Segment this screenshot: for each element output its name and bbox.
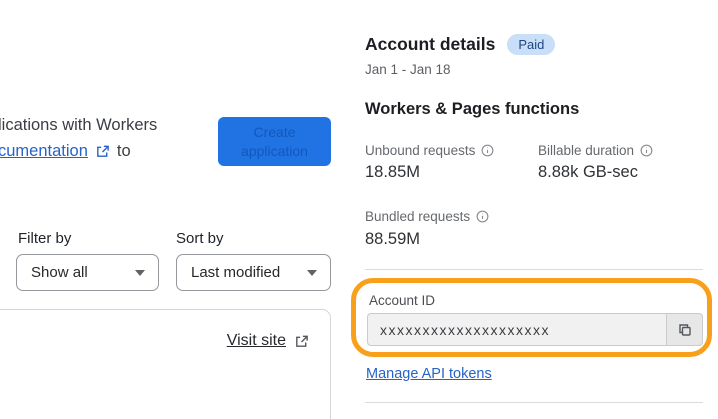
account-id-input[interactable]: [367, 313, 666, 346]
account-id-label: Account ID: [369, 293, 436, 308]
intro-text-after-link: to: [116, 142, 131, 160]
stat-label-bundled-requests: Bundled requests: [365, 209, 489, 224]
stat-label-text: Unbound requests: [365, 143, 476, 158]
info-icon[interactable]: [481, 144, 494, 157]
stat-value-billable-duration: 8.88k GB-sec: [538, 163, 638, 181]
sort-by-label: Sort by: [176, 230, 224, 247]
stat-label-text: Bundled requests: [365, 209, 471, 224]
account-details-title: Account details: [365, 34, 496, 54]
stat-label-billable-duration: Billable duration: [538, 143, 653, 158]
chevron-down-icon: [135, 269, 145, 276]
date-range: Jan 1 - Jan 18: [365, 62, 451, 77]
info-icon[interactable]: [476, 210, 489, 223]
visit-site-row: Visit site: [227, 332, 309, 350]
filter-by-label: Filter by: [18, 230, 72, 247]
intro-text-line2: cumentation to: [0, 142, 131, 161]
stat-label-text: Billable duration: [538, 143, 635, 158]
account-details-header: Account details Paid: [365, 34, 556, 55]
paid-badge: Paid: [507, 34, 556, 55]
sort-selected-value: Last modified: [191, 264, 281, 281]
documentation-link[interactable]: cumentation: [0, 142, 88, 161]
filter-select[interactable]: Show all: [16, 254, 159, 291]
visit-site-link[interactable]: Visit site: [227, 332, 286, 350]
external-link-icon: [95, 144, 110, 159]
info-icon[interactable]: [640, 144, 653, 157]
external-link-icon: [294, 334, 309, 349]
site-card: Visit site: [0, 309, 331, 419]
stat-value-unbound-requests: 18.85M: [365, 163, 421, 181]
divider: [365, 402, 703, 403]
create-application-button[interactable]: Create application: [218, 117, 331, 166]
divider: [365, 269, 703, 270]
workers-pages-functions-title: Workers & Pages functions: [365, 100, 580, 118]
sort-select[interactable]: Last modified: [176, 254, 331, 291]
copy-account-id-button[interactable]: [666, 313, 703, 346]
intro-text-line1: lications with Workers: [0, 116, 158, 134]
stat-label-unbound-requests: Unbound requests: [365, 143, 494, 158]
account-id-field-group: [367, 313, 703, 346]
manage-api-tokens-link[interactable]: Manage API tokens: [366, 366, 492, 382]
workers-pages-dashboard: lications with Workers cumentation to Cr…: [0, 0, 718, 419]
chevron-down-icon: [307, 269, 317, 276]
filter-selected-value: Show all: [31, 264, 88, 281]
copy-icon: [677, 322, 693, 338]
stat-value-bundled-requests: 88.59M: [365, 230, 421, 248]
